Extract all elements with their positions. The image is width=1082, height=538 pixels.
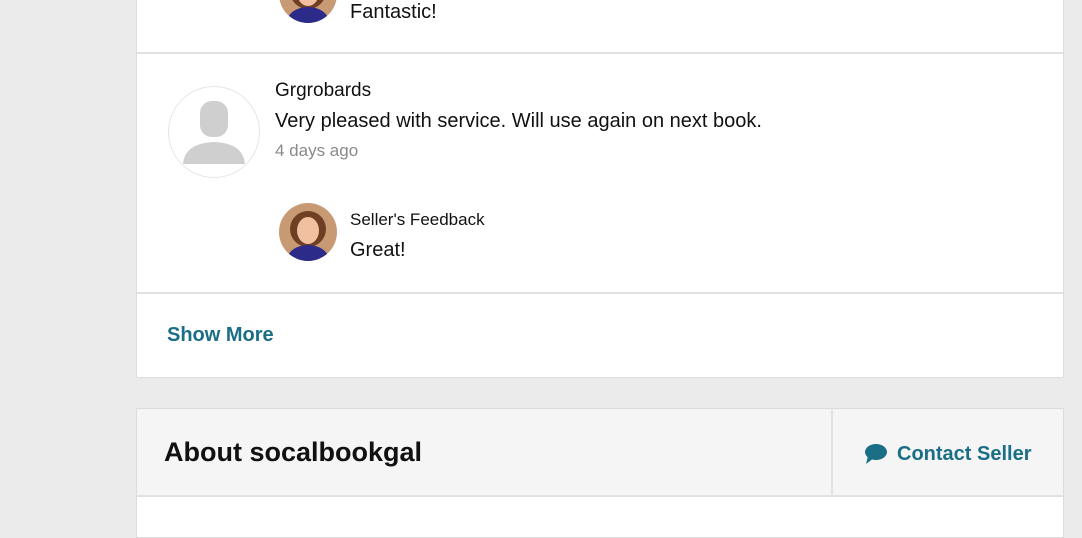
reviewer-avatar (168, 86, 260, 178)
about-header: About socalbookgal Contact Seller (137, 409, 1063, 497)
show-more-divider (137, 292, 1063, 294)
review-body: Very pleased with service. Will use agai… (275, 110, 762, 132)
seller-feedback-label: Seller's Feedback (350, 210, 485, 229)
show-more-link[interactable]: Show More (167, 324, 274, 347)
contact-seller-label: Contact Seller (897, 442, 1032, 465)
about-title: About socalbookgal (164, 437, 423, 467)
seller-avatar (279, 203, 337, 261)
reviews-card: Fantastic! Grgrobards Very pleased with … (136, 0, 1064, 378)
default-user-icon (183, 101, 245, 164)
review-divider (137, 52, 1063, 54)
header-separator (831, 409, 833, 497)
review-timestamp: 4 days ago (275, 141, 359, 160)
reviewer-name: Grgrobards (275, 80, 372, 101)
about-seller-card: About socalbookgal Contact Seller (136, 408, 1064, 538)
seller-feedback-text: Great! (350, 239, 406, 261)
chat-bubble-icon (865, 444, 887, 464)
prev-seller-feedback-text: Fantastic! (350, 1, 437, 23)
seller-avatar (279, 0, 337, 23)
contact-seller-button[interactable]: Contact Seller (864, 441, 1031, 467)
